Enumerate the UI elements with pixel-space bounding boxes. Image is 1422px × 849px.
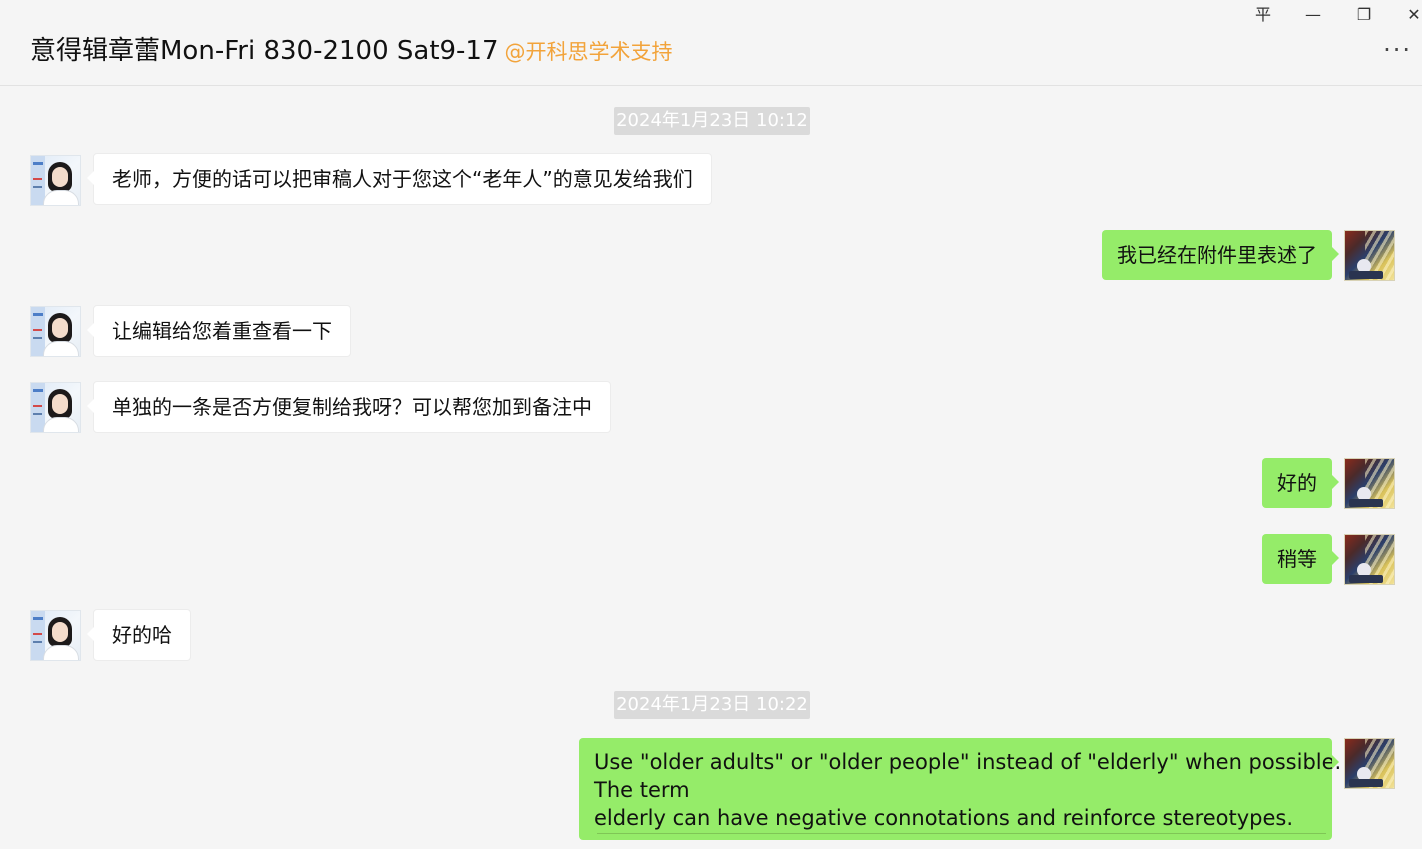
close-icon[interactable]: ✕ — [1399, 4, 1422, 26]
chat-title: 意得辑章蕾Mon-Fri 830-2100 Sat9-17 @开科思学术支持 — [30, 30, 673, 67]
received-message-bubble[interactable]: 让编辑给您着重查看一下 — [87, 305, 351, 357]
sent-message-bubble[interactable]: 我已经在附件里表述了 — [1102, 230, 1339, 280]
sent-message-bubble[interactable]: 稍等 — [1262, 534, 1339, 584]
my-avatar[interactable] — [1344, 738, 1395, 789]
message-line: Use "older adults" or "older people" ins… — [594, 750, 1342, 774]
message-timestamp: 2024年1月23日 10:22 — [614, 691, 810, 719]
contact-avatar[interactable] — [30, 382, 81, 433]
pin-window-icon[interactable]: 平 — [1248, 4, 1278, 26]
chat-header: 意得辑章蕾Mon-Fri 830-2100 Sat9-17 @开科思学术支持 平 … — [0, 0, 1422, 86]
my-avatar[interactable] — [1344, 534, 1395, 585]
contact-org: @开科思学术支持 — [504, 40, 673, 64]
quote-divider — [597, 833, 1326, 834]
message-timestamp: 2024年1月23日 10:12 — [614, 107, 810, 135]
message-line: The term — [594, 778, 690, 802]
contact-avatar[interactable] — [30, 155, 81, 206]
contact-avatar[interactable] — [30, 610, 81, 661]
received-message-bubble[interactable]: 单独的一条是否方便复制给我呀？可以帮您加到备注中 — [87, 381, 611, 433]
received-message-bubble[interactable]: 老师，方便的话可以把审稿人对于您这个“老年人”的意见发给我们 — [87, 153, 712, 205]
contact-name: 意得辑章蕾Mon-Fri 830-2100 Sat9-17 — [30, 36, 499, 66]
received-message-bubble[interactable]: 好的哈 — [87, 609, 191, 661]
my-avatar[interactable] — [1344, 458, 1395, 509]
sent-message-bubble[interactable]: 好的 — [1262, 458, 1339, 508]
restore-icon[interactable]: ❐ — [1349, 4, 1379, 26]
my-avatar[interactable] — [1344, 230, 1395, 281]
minimize-icon[interactable]: — — [1298, 4, 1328, 26]
message-line: elderly can have negative connotations a… — [594, 806, 1294, 830]
contact-avatar[interactable] — [30, 306, 81, 357]
more-options-icon[interactable]: ··· — [1383, 38, 1412, 62]
sent-message-bubble[interactable]: Use "older adults" or "older people" ins… — [579, 738, 1342, 840]
